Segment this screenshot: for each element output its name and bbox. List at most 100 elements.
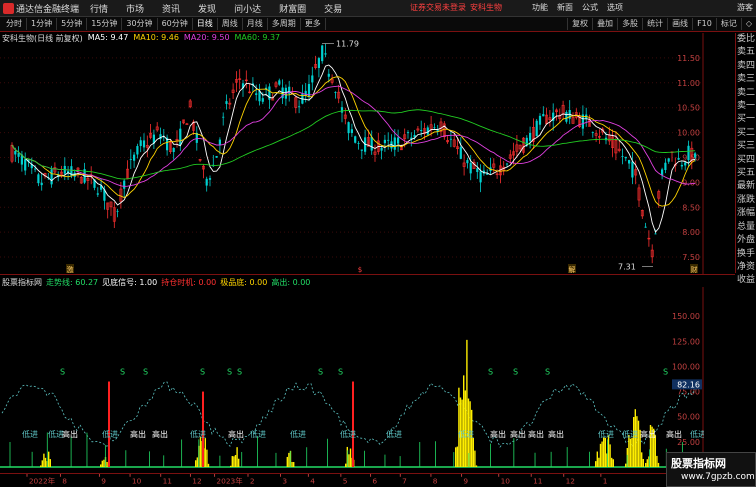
sell-signal-label: S <box>200 367 205 376</box>
login-notice[interactable]: 证券交易未登录 <box>410 2 466 13</box>
candle-body <box>624 156 627 159</box>
sidebar-item-17[interactable]: 净资 <box>736 261 756 274</box>
period-tab-10[interactable]: 更多 <box>301 18 326 30</box>
high-exit-label: 高出 <box>510 429 526 439</box>
high-exit-label: 高出 <box>490 429 506 439</box>
app-title: 通达信金融终端 <box>16 5 80 15</box>
candle-body <box>205 178 208 186</box>
sidebar-item-16[interactable]: 换手 <box>736 248 756 261</box>
period-tab-8[interactable]: 月线 <box>243 18 268 30</box>
candle-body <box>136 146 139 155</box>
menu-item-discover[interactable]: 发现 <box>198 2 216 15</box>
sidebar-item-1[interactable]: 卖五 <box>736 46 756 59</box>
period-tab-3[interactable]: 15分钟 <box>87 18 123 30</box>
sidebar-item-6[interactable]: 买一 <box>736 113 756 126</box>
period-tab-0[interactable]: 分时 <box>2 18 27 30</box>
candle-body <box>215 155 218 158</box>
date-label: 11 <box>163 476 173 485</box>
sell-signal-label: S <box>318 367 323 376</box>
candle-body <box>505 163 509 165</box>
menu-options[interactable]: 选项 <box>607 2 623 13</box>
guest-label[interactable]: 游客 <box>737 2 753 13</box>
candle-body <box>24 159 27 171</box>
period-tab-2[interactable]: 5分钟 <box>57 18 88 30</box>
candle-body <box>334 92 337 93</box>
menu-item-wealth[interactable]: 财富圈 <box>279 2 306 15</box>
period-tab-7[interactable]: 周线 <box>218 18 243 30</box>
period-toolbar: 分时 1分钟 5分钟 15分钟 30分钟 60分钟 日线 周线 月线 多周期 更多 复权 叠加 多股 统计… <box>0 17 756 32</box>
panel-divider[interactable] <box>0 274 735 275</box>
candle-body <box>50 169 53 185</box>
price-tick-label: 9.00 <box>682 178 700 187</box>
indicator-chart[interactable]: 150.00125.00100.0075.0050.0025.0082.16低进… <box>0 287 704 473</box>
tool-button-0[interactable]: 复权 <box>567 18 592 30</box>
menu-function[interactable]: 功能 <box>532 2 548 13</box>
menu-item-market[interactable]: 行情 <box>90 2 108 15</box>
current-stock-name: 安科生物 <box>470 3 502 12</box>
high-exit-label: 高出 <box>152 429 168 439</box>
signal-bar <box>207 463 210 467</box>
tool-button-1[interactable]: 叠加 <box>592 18 617 30</box>
hold-signal-bar <box>108 381 110 467</box>
sidebar-item-5[interactable]: 卖一 <box>736 100 756 113</box>
sidebar-item-12[interactable]: 涨跌 <box>736 194 756 207</box>
tool-button-5[interactable]: F10 <box>692 18 716 30</box>
candle-body <box>479 171 482 183</box>
signal-bar <box>646 459 648 467</box>
period-tab-4[interactable]: 30分钟 <box>122 18 158 30</box>
period-tab-5[interactable]: 60分钟 <box>158 18 193 30</box>
indicator-tick-label: 150.00 <box>672 312 700 321</box>
date-label: 10 <box>132 476 142 485</box>
menu-new-layout[interactable]: 新面 <box>557 2 573 13</box>
menu-item-news[interactable]: 资讯 <box>162 2 180 15</box>
signal-bar <box>604 437 606 467</box>
sidebar-item-0[interactable]: 委比 <box>736 33 756 46</box>
high-exit-label: 高出 <box>548 429 564 439</box>
period-tab-9[interactable]: 多周期 <box>268 18 301 30</box>
sidebar-item-10[interactable]: 买五 <box>736 167 756 180</box>
sidebar-item-13[interactable]: 涨幅 <box>736 207 756 220</box>
candle-body <box>222 116 225 118</box>
sidebar-item-3[interactable]: 卖三 <box>736 73 756 86</box>
sidebar-item-11[interactable]: 最新 <box>736 180 756 193</box>
sidebar-item-8[interactable]: 买三 <box>736 140 756 153</box>
sidebar-item-15[interactable]: 外盘 <box>736 234 756 247</box>
signal-bar <box>456 446 458 467</box>
signal-bar <box>101 460 103 467</box>
sidebar-item-18[interactable]: 收益 <box>736 274 756 287</box>
right-menu: 功能 新面 公式 选项 <box>532 2 623 13</box>
tool-button-4[interactable]: 画线 <box>667 18 692 30</box>
signal-bar <box>475 465 478 467</box>
low-entry-label: 低进 <box>690 429 704 439</box>
ma10-line <box>11 76 696 207</box>
candle-body <box>529 132 532 141</box>
candlestick-chart[interactable]: 11.5011.0010.5010.009.509.008.508.007.50… <box>0 33 704 274</box>
candle-body <box>621 156 624 157</box>
signal-bar <box>472 437 474 467</box>
period-tab-6[interactable]: 日线 <box>193 18 218 30</box>
sell-signal-label: S <box>60 367 65 376</box>
menu-item-markets[interactable]: 市场 <box>126 2 144 15</box>
period-tab-1[interactable]: 1分钟 <box>27 18 58 30</box>
watermark-title: 股票指标网 <box>671 457 726 470</box>
date-label: 6 <box>372 476 377 485</box>
candle-body <box>420 130 423 132</box>
date-label: 2022年 <box>29 475 56 485</box>
candle-body <box>542 114 545 117</box>
tool-button-6[interactable]: 标记 <box>715 18 741 30</box>
menu-item-trade[interactable]: 交易 <box>324 2 342 15</box>
sell-signal-label: S <box>237 367 242 376</box>
menu-item-ask[interactable]: 问小达 <box>234 2 261 15</box>
tool-button-3[interactable]: 统计 <box>642 18 667 30</box>
tool-button-2[interactable]: 多股 <box>617 18 642 30</box>
tool-button-7[interactable]: ◇ <box>740 18 756 30</box>
signal-bar <box>609 444 611 467</box>
sidebar-item-4[interactable]: 卖二 <box>736 87 756 100</box>
signal-bar <box>657 462 660 467</box>
sidebar-item-14[interactable]: 总量 <box>736 221 756 234</box>
sidebar-item-7[interactable]: 买二 <box>736 127 756 140</box>
menu-formula[interactable]: 公式 <box>582 2 598 13</box>
price-tick-label: 10.00 <box>677 129 700 138</box>
sidebar-item-2[interactable]: 卖四 <box>736 60 756 73</box>
sidebar-item-9[interactable]: 买四 <box>736 154 756 167</box>
